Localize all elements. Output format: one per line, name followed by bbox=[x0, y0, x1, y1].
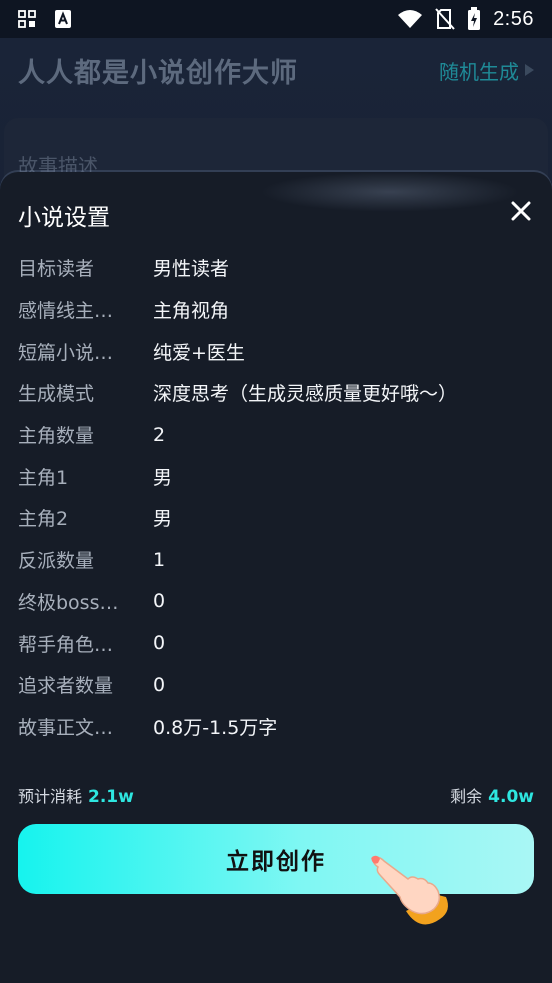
close-icon bbox=[511, 201, 531, 221]
setting-row: 主角数量 2 bbox=[18, 414, 534, 456]
create-now-label: 立即创作 bbox=[226, 849, 326, 875]
battery-charging-icon bbox=[467, 7, 481, 31]
estimated-cost-value: 2.1w bbox=[88, 787, 134, 807]
setting-value: 1 bbox=[153, 548, 166, 571]
status-bar: 2:56 bbox=[0, 0, 552, 38]
sheet-glow bbox=[260, 172, 520, 212]
setting-label: 短篇小说… bbox=[18, 341, 114, 364]
app-title: 人人都是小说创作大师 bbox=[18, 57, 298, 89]
setting-label: 追求者数量 bbox=[18, 675, 114, 698]
setting-value: 2 bbox=[153, 423, 166, 446]
random-generate-label: 随机生成 bbox=[439, 59, 519, 84]
pointing-hand-icon bbox=[371, 855, 448, 925]
play-icon bbox=[525, 64, 534, 76]
setting-label: 终极boss… bbox=[18, 591, 119, 614]
setting-label: 目标读者 bbox=[18, 258, 95, 281]
setting-value: 男 bbox=[153, 508, 173, 531]
setting-label: 主角数量 bbox=[18, 425, 95, 448]
setting-row: 主角1 男 bbox=[18, 455, 534, 497]
estimated-cost-label: 预计消耗 bbox=[18, 787, 83, 806]
setting-row: 感情线主… 主角视角 bbox=[18, 289, 534, 331]
setting-row: 生成模式 深度思考（生成灵感质量更好哦～） bbox=[18, 372, 534, 414]
estimated-cost: 预计消耗 2.1w bbox=[18, 783, 134, 807]
setting-value: 0 bbox=[153, 590, 166, 613]
grid-icon bbox=[18, 10, 36, 28]
setting-row: 目标读者 男性读者 bbox=[18, 247, 534, 289]
settings-list: 目标读者 男性读者 感情线主… 主角视角 短篇小说… 纯爱+医生 生成模式 深度思考（生… bbox=[18, 247, 534, 747]
status-time: 2:56 bbox=[493, 7, 534, 30]
setting-row: 短篇小说… 纯爱+医生 bbox=[18, 330, 534, 372]
setting-row: 故事正文… 0.8万-1.5万字 bbox=[18, 706, 534, 748]
setting-value: 0.8万-1.5万字 bbox=[153, 716, 278, 739]
novel-settings-sheet: 小说设置 目标读者 男性读者 感情线主… 主角视角 短篇小说… 纯爱+医生 生成模式 深… bbox=[0, 172, 552, 983]
setting-label: 故事正文… bbox=[18, 716, 114, 739]
setting-row: 终极boss… 0 bbox=[18, 581, 534, 623]
wifi-icon bbox=[397, 9, 423, 29]
create-now-button[interactable]: 立即创作 bbox=[18, 824, 534, 894]
remaining-balance: 剩余 4.0w bbox=[450, 783, 534, 807]
setting-value: 男 bbox=[153, 466, 173, 489]
setting-label: 帮手角色… bbox=[18, 633, 114, 656]
cost-row: 预计消耗 2.1w 剩余 4.0w bbox=[18, 782, 534, 808]
no-sim-icon bbox=[435, 8, 455, 30]
setting-label: 感情线主… bbox=[18, 300, 114, 323]
remaining-value: 4.0w bbox=[488, 787, 534, 807]
setting-label: 主角2 bbox=[18, 508, 69, 531]
setting-value: 主角视角 bbox=[153, 300, 230, 323]
setting-row: 帮手角色… 0 bbox=[18, 622, 534, 664]
setting-value: 深度思考（生成灵感质量更好哦～） bbox=[153, 383, 458, 406]
setting-row: 主角2 男 bbox=[18, 497, 534, 539]
setting-row: 反派数量 1 bbox=[18, 539, 534, 581]
setting-label: 主角1 bbox=[18, 466, 69, 489]
close-button[interactable] bbox=[506, 196, 536, 226]
keyboard-a-icon bbox=[54, 9, 72, 29]
setting-value: 0 bbox=[153, 673, 166, 696]
app-header: 人人都是小说创作大师 随机生成 bbox=[18, 50, 534, 90]
setting-value: 纯爱+医生 bbox=[153, 341, 245, 364]
setting-label: 生成模式 bbox=[18, 383, 95, 406]
setting-label: 反派数量 bbox=[18, 550, 95, 573]
setting-row: 追求者数量 0 bbox=[18, 664, 534, 706]
setting-value: 男性读者 bbox=[153, 258, 230, 281]
setting-value: 0 bbox=[153, 632, 166, 655]
remaining-label: 剩余 bbox=[450, 787, 483, 806]
random-generate-button[interactable]: 随机生成 bbox=[439, 56, 534, 85]
sheet-title: 小说设置 bbox=[18, 205, 110, 231]
